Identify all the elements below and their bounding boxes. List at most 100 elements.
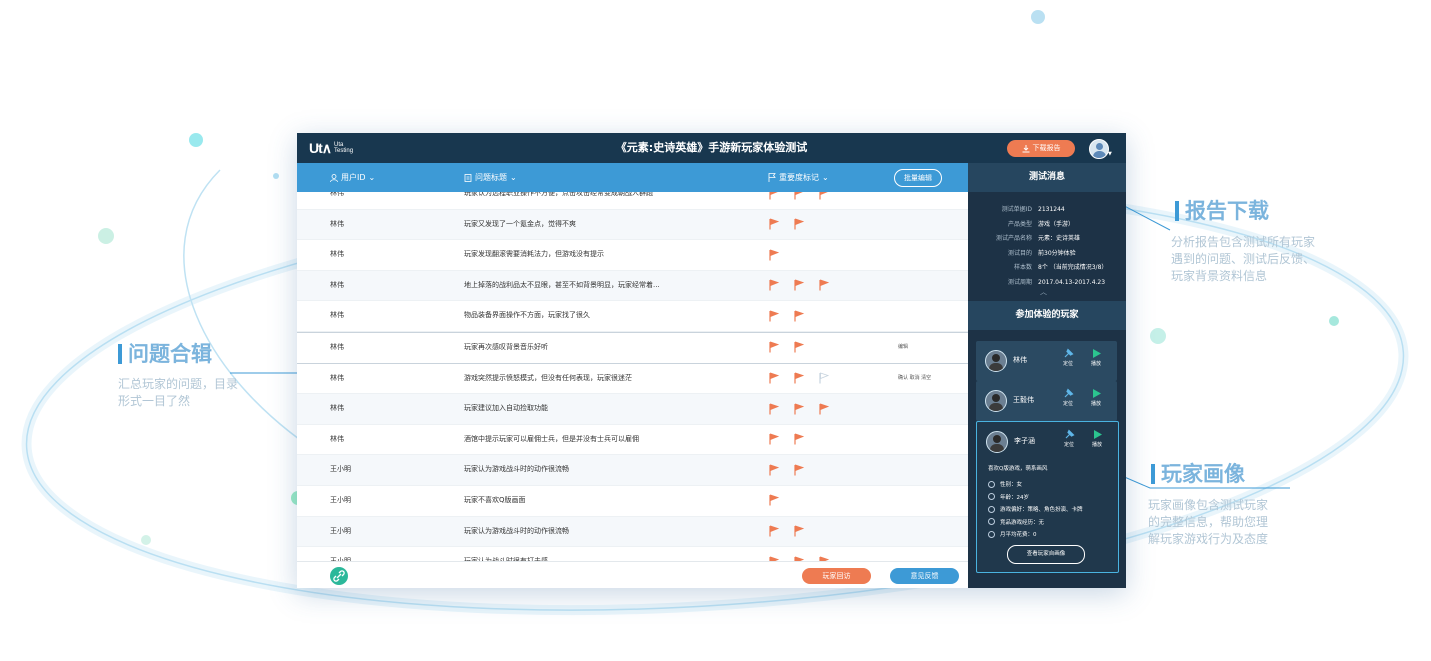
- row-issue-title: 物品装备界面操作不方面，玩家找了很久: [464, 311, 590, 320]
- table-row[interactable]: 王小明 玩家认为游戏战斗时的动作很流畅: [297, 516, 968, 548]
- importance-flags: [768, 364, 830, 393]
- flag-outline-icon: [768, 173, 776, 182]
- flag-empty-icon[interactable]: [818, 372, 830, 384]
- locate-label: 定位: [1063, 442, 1074, 448]
- flag-icon[interactable]: [768, 192, 780, 200]
- detail-icon: [988, 480, 995, 488]
- flag-icon[interactable]: [768, 464, 780, 476]
- flag-icon[interactable]: [793, 341, 805, 353]
- table-row[interactable]: 林伟 酒馆中提示玩家可以雇佣士兵，但是并没有士兵可以雇佣: [297, 425, 968, 456]
- flag-icon[interactable]: [793, 403, 805, 415]
- row-user-id: 林伟: [330, 342, 344, 351]
- flag-icon[interactable]: [793, 372, 805, 384]
- table-row[interactable]: 林伟 玩家再次感叹背景音乐好听 编辑: [297, 331, 968, 364]
- annotation-profile-desc-line: 玩家画像包含测试玩家: [1148, 498, 1269, 512]
- flag-icon[interactable]: [768, 433, 780, 445]
- table-row[interactable]: 林伟 玩家发现翻滚需要消耗法力，但游戏没有提示: [297, 240, 968, 271]
- feedback-label: 意见反馈: [910, 572, 939, 580]
- flag-icon[interactable]: [768, 249, 780, 261]
- table-row[interactable]: 林伟 玩家建议加入自动捡取功能: [297, 394, 968, 425]
- flag-icon[interactable]: [793, 218, 805, 230]
- column-issue-title[interactable]: 问题标题 ⌄: [464, 163, 517, 192]
- player-card[interactable]: 李子涵 定位 播放 喜欢Q版游戏，萌系画风 性别：女 年龄：24岁 游戏偏好：策略、角色扮演…: [976, 421, 1119, 573]
- flag-icon[interactable]: [818, 192, 830, 200]
- table-row[interactable]: 林伟 玩家又发现了一个氪金点，觉得不爽: [297, 209, 968, 241]
- annotation-report-desc-line: 分析报告包含测试所有玩家: [1171, 235, 1316, 249]
- test-info-title: 测试消息: [968, 163, 1126, 192]
- player-review-button[interactable]: 玩家回访: [802, 568, 871, 584]
- table-row[interactable]: 林伟 物品装备界面操作不方面，玩家找了很久: [297, 301, 968, 332]
- view-player-portrait-button[interactable]: 查看玩家自画像: [1007, 545, 1085, 564]
- flag-icon[interactable]: [818, 403, 830, 415]
- table-row[interactable]: 林伟 玩家认为远程职业操作不方便，点击攻击经常变成朝战人群跑: [297, 192, 968, 210]
- locate-button[interactable]: 定位: [1058, 348, 1078, 367]
- player-card[interactable]: 王毅伟 定位 播放: [976, 381, 1117, 421]
- row-issue-title: 玩家认为战斗时很有打击感: [464, 547, 719, 561]
- play-button[interactable]: 播放: [1087, 429, 1107, 448]
- locate-button[interactable]: 定位: [1058, 388, 1078, 407]
- importance-flags: [768, 192, 830, 208]
- flag-icon[interactable]: [768, 494, 780, 506]
- feedback-button[interactable]: 意见反馈: [890, 568, 959, 584]
- flag-icon[interactable]: [768, 310, 780, 322]
- collapse-icon[interactable]: ︿: [1040, 287, 1047, 297]
- row-user-id: 林伟: [330, 404, 344, 413]
- player-detail-row: 竞品游戏经历：无: [988, 516, 1116, 529]
- flag-icon[interactable]: [768, 218, 780, 230]
- flag-icon[interactable]: [768, 372, 780, 384]
- flag-icon[interactable]: [793, 310, 805, 322]
- importance-flags: [768, 486, 780, 515]
- page-title: 《元素:史诗英雄》手游新玩家体验测试: [615, 141, 808, 154]
- importance-flags: [768, 425, 805, 454]
- players-title: 参加体验的玩家: [968, 301, 1126, 330]
- row-user-id: 林伟: [330, 280, 344, 289]
- flag-icon[interactable]: [768, 525, 780, 537]
- player-tagline: 喜欢Q版游戏，萌系画风: [988, 466, 1048, 472]
- link-button[interactable]: [330, 567, 348, 585]
- user-avatar[interactable]: [1089, 139, 1109, 159]
- locate-button[interactable]: 定位: [1059, 429, 1079, 448]
- test-info-row: 测试产品名称 元素：史诗英雄: [968, 232, 1126, 247]
- player-name: 李子涵: [1014, 437, 1035, 445]
- annotation-bar: [1175, 201, 1179, 221]
- flag-icon[interactable]: [793, 464, 805, 476]
- annotation-issues-desc-line: 汇总玩家的问题，目录: [118, 377, 239, 391]
- flag-icon[interactable]: [793, 279, 805, 291]
- flag-icon[interactable]: [768, 403, 780, 415]
- player-name: 林伟: [1013, 356, 1027, 364]
- table-row[interactable]: 王小明 玩家认为战斗时很有打击感: [297, 547, 968, 561]
- test-info-value: 8个 （当前完成情况3/8）: [1038, 264, 1108, 271]
- table-row[interactable]: 王小明 玩家不喜欢Q版画面: [297, 486, 968, 517]
- table-row[interactable]: 王小明 玩家认为游戏战斗时的动作很流畅: [297, 455, 968, 486]
- top-bar: Ut∧ Uta Testing 《元素:史诗英雄》手游新玩家体验测试 下载报告 …: [297, 133, 1126, 163]
- table-row[interactable]: 林伟 地上掉落的战利品太不显眼，甚至不如背景明显，玩家经常着...: [297, 270, 968, 302]
- flag-icon[interactable]: [818, 279, 830, 291]
- row-user-id: 王小明: [330, 526, 351, 535]
- batch-edit-button[interactable]: 批量编辑: [894, 169, 942, 187]
- avatar-dropdown-icon[interactable]: ▼: [1108, 151, 1112, 157]
- flag-icon[interactable]: [793, 433, 805, 445]
- test-info-value: 元素：史诗英雄: [1038, 235, 1081, 242]
- flag-icon[interactable]: [793, 525, 805, 537]
- test-info-row: 测试周期 2017.04.13-2017.4.23: [968, 276, 1126, 291]
- row-issue-title: 玩家认为远程职业操作不方便，点击攻击经常变成朝战人群跑: [464, 192, 653, 197]
- row-edit-tools[interactable]: 确认 取消 清空: [898, 364, 931, 393]
- test-info-label: 样本数: [1013, 264, 1032, 271]
- column-user-id[interactable]: 用户ID ⌄: [330, 163, 375, 192]
- flag-icon[interactable]: [793, 192, 805, 200]
- download-report-button[interactable]: 下载报告: [1007, 140, 1075, 157]
- test-info-list: 测试单据ID 2131244 产品类型 游戏（手游） 测试产品名称 元素：史诗英雄 测试目的…: [968, 203, 1126, 290]
- column-importance[interactable]: 重要度标记 ⌄: [768, 163, 829, 192]
- row-user-id: 王小明: [330, 465, 351, 474]
- flag-icon[interactable]: [768, 279, 780, 291]
- player-card[interactable]: 林伟 定位 播放: [976, 341, 1117, 381]
- flag-icon[interactable]: [768, 341, 780, 353]
- table-row[interactable]: 林伟 游戏突然提示愤怒模式，但没有任何表现，玩家很迷茫 确认 取消 清空: [297, 364, 968, 395]
- annotation-report-desc-line: 玩家背景资料信息: [1171, 269, 1268, 283]
- row-issue-title: 玩家认为游戏战斗时的动作很流畅: [464, 465, 569, 474]
- play-label: 播放: [1090, 361, 1101, 367]
- play-button[interactable]: 播放: [1086, 388, 1106, 407]
- row-edit-tools[interactable]: 编辑: [898, 333, 908, 362]
- row-user-id: 王小明: [330, 495, 351, 504]
- play-button[interactable]: 播放: [1086, 348, 1106, 367]
